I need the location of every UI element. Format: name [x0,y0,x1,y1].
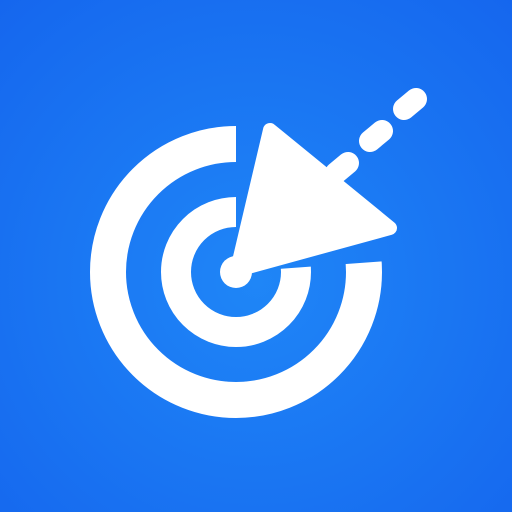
trail-dash [359,120,393,152]
trail-dash [325,152,359,184]
target-arrow-icon [0,0,512,512]
app-icon-tile [0,0,512,512]
trail-dash [393,88,427,120]
